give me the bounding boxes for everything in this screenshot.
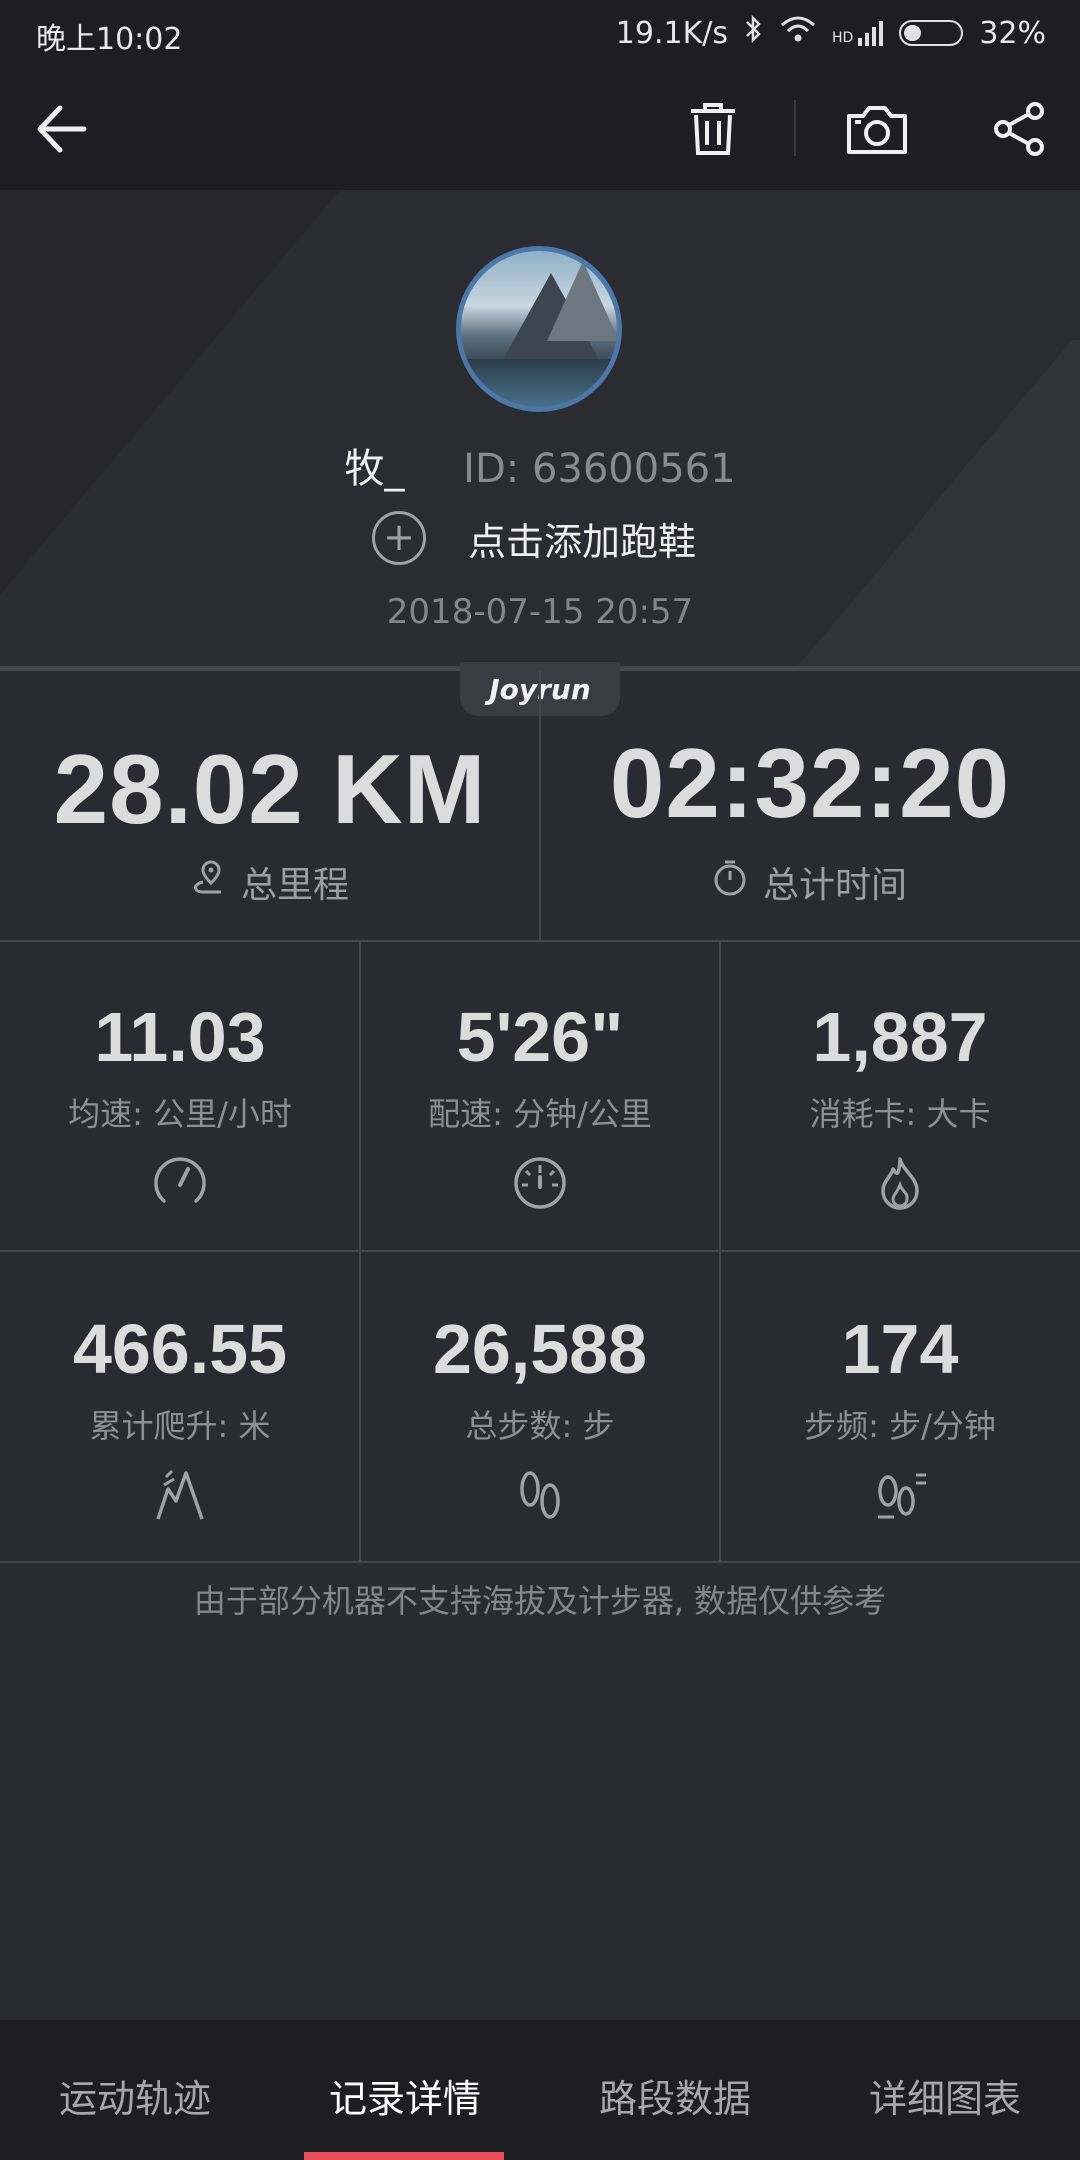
calories-stat: 1,887 消耗卡: 大卡 <box>720 941 1080 1251</box>
stat-label: 均速: 公里/小时 <box>68 1095 292 1133</box>
cadence-stat: 174 步频: 步/分钟 <box>720 1253 1080 1563</box>
status-time: 晚上10:02 <box>36 22 183 57</box>
tab-segment-data[interactable]: 路段数据 <box>540 2068 810 2123</box>
stat-value: 466.55 <box>72 1310 288 1388</box>
climb-icon <box>0 1467 360 1523</box>
plus-circle-icon: + <box>372 511 426 565</box>
profile-header: 牧_ ID: 63600561 + 点击添加跑鞋 2018-07-15 20:5… <box>0 190 1080 668</box>
stat-value: 174 <box>841 1310 959 1388</box>
user-info: 牧_ ID: 63600561 <box>0 436 1080 494</box>
steps-stat: 26,588 总步数: 步 <box>360 1253 720 1563</box>
stat-label: 步频: 步/分钟 <box>804 1407 996 1445</box>
avg-speed-stat: 11.03 均速: 公里/小时 <box>0 941 360 1251</box>
share-icon[interactable] <box>986 98 1052 160</box>
arrow-left-icon[interactable] <box>28 98 94 160</box>
divider <box>0 1561 1080 1563</box>
trash-icon[interactable] <box>680 98 746 160</box>
distance-stat: 28.02 KM 总里程 <box>0 671 540 941</box>
duration-stat: 02:32:20 总计时间 <box>540 671 1080 941</box>
stat-value: 5'26" <box>456 998 624 1076</box>
stat-label: 累计爬升: 米 <box>89 1407 271 1445</box>
avatar[interactable] <box>456 246 622 412</box>
stat-value: 26,588 <box>432 1310 648 1388</box>
stat-label: 配速: 分钟/公里 <box>428 1095 652 1133</box>
duration-value: 02:32:20 <box>609 728 1011 838</box>
stats-grid: 11.03 均速: 公里/小时 5'26" 配速: 分钟/公里 1,887 消耗… <box>0 941 1080 1563</box>
add-shoe-button[interactable]: + 点击添加跑鞋 <box>372 508 696 568</box>
elevation-stat: 466.55 累计爬升: 米 <box>0 1253 360 1563</box>
stat-value: 1,887 <box>812 998 988 1076</box>
network-speed: 19.1K/s <box>615 15 728 51</box>
duration-label: 总计时间 <box>762 865 907 906</box>
stopwatch-icon <box>360 1155 720 1211</box>
add-shoe-label: 点击添加跑鞋 <box>468 519 697 564</box>
top-toolbar <box>0 68 1080 190</box>
tab-detailed-charts[interactable]: 详细图表 <box>810 2068 1080 2123</box>
user-name: 牧_ <box>344 446 405 492</box>
bluetooth-icon <box>744 14 764 52</box>
pace-stat: 5'26" 配速: 分钟/公里 <box>360 941 720 1251</box>
hd-label: HD <box>832 30 854 46</box>
tab-record-details[interactable]: 记录详情 <box>270 2068 540 2123</box>
timer-icon <box>713 859 747 906</box>
status-right: 19.1K/s HD 32% <box>616 14 1046 52</box>
status-bar: 晚上10:02 19.1K/s HD 32% <box>0 0 1080 68</box>
divider <box>0 1250 1080 1252</box>
battery-level <box>904 25 922 41</box>
route-pin-icon <box>191 859 225 905</box>
signal-icon: HD <box>832 20 884 46</box>
camera-icon[interactable] <box>844 98 910 160</box>
distance-value: 28.02 KM <box>53 734 487 844</box>
active-tab-indicator <box>304 2152 504 2160</box>
distance-label: 总里程 <box>240 865 349 906</box>
cadence-icon <box>720 1467 1080 1523</box>
tab-track[interactable]: 运动轨迹 <box>0 2068 270 2123</box>
disclaimer-text: 由于部分机器不支持海拔及计步器, 数据仅供参考 <box>193 1582 887 1620</box>
user-id: ID: 63600561 <box>463 446 736 492</box>
run-datetime: 2018-07-15 20:57 <box>386 592 694 632</box>
toolbar-divider <box>794 100 796 156</box>
bottom-tab-bar: 运动轨迹 记录详情 路段数据 详细图表 <box>0 2020 1080 2160</box>
summary-stats: 28.02 KM 总里程 02:32:20 总计时间 <box>0 671 1080 941</box>
speedometer-icon <box>0 1155 360 1207</box>
stat-label: 消耗卡: 大卡 <box>809 1095 991 1133</box>
footprints-icon <box>360 1467 720 1523</box>
wifi-icon <box>780 15 816 51</box>
battery-percent: 32% <box>979 15 1046 51</box>
stat-label: 总步数: 步 <box>465 1407 615 1445</box>
battery-icon <box>899 20 964 46</box>
stat-value: 11.03 <box>94 998 266 1076</box>
flame-icon <box>720 1155 1080 1211</box>
